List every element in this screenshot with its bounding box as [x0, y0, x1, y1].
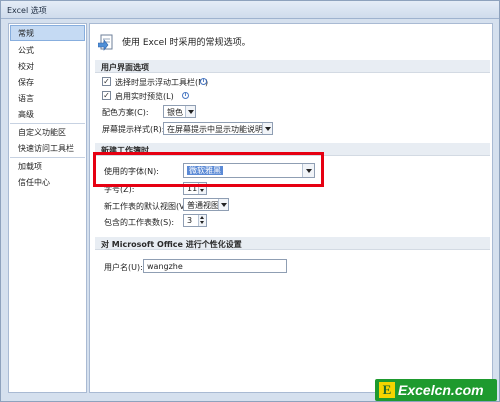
sidebar-item-label: 保存: [18, 78, 34, 87]
default-view-label: 新工作表的默认视图(V):: [104, 202, 191, 211]
sidebar-item-general[interactable]: 常规: [10, 25, 85, 41]
sidebar-item-label: 公式: [18, 46, 34, 55]
sidebar-item-formulas[interactable]: 公式: [10, 42, 85, 58]
logo-e-icon: E: [379, 382, 395, 398]
info-icon: i: [182, 92, 189, 99]
chevron-down-icon: [262, 123, 272, 134]
screentip-label: 屏幕提示样式(R):: [102, 125, 165, 134]
sidebar-item-label: 语言: [18, 94, 34, 103]
sidebar-item-label: 高级: [18, 110, 34, 119]
page-header: 使用 Excel 时采用的常规选项。: [122, 38, 251, 48]
title-bar: Excel 选项: [1, 1, 499, 19]
highlight-box: [93, 152, 324, 187]
sidebar-item-quick-access-toolbar[interactable]: 快速访问工具栏: [10, 140, 85, 156]
sheet-count-spinner[interactable]: 3: [183, 214, 207, 227]
screentip-select[interactable]: 在屏幕提示中显示功能说明: [163, 122, 273, 135]
color-scheme-select[interactable]: 银色: [163, 105, 196, 118]
sidebar-item-trust-center[interactable]: 信任中心: [10, 174, 85, 190]
sidebar-item-customize-ribbon[interactable]: 自定义功能区: [10, 124, 85, 140]
sidebar-item-label: 加载项: [18, 162, 42, 171]
spinner-arrows-icon: [198, 215, 206, 226]
live-preview-label: 启用实时预览(L): [115, 92, 174, 101]
excel-options-dialog: Excel 选项 常规 公式 校对 保存 语言 高级 自定义功能区 快速访问工具…: [0, 0, 500, 402]
sidebar-item-save[interactable]: 保存: [10, 74, 85, 90]
sidebar-item-add-ins[interactable]: 加载项: [10, 158, 85, 174]
username-input[interactable]: wangzhe: [143, 259, 287, 273]
sheet-count-value: 3: [187, 216, 193, 225]
username-label: 用户名(U):: [104, 263, 143, 272]
sidebar-item-label: 校对: [18, 62, 34, 71]
color-scheme-value: 银色: [167, 108, 183, 117]
default-view-select[interactable]: 普通视图: [183, 198, 229, 211]
default-view-value: 普通视图: [187, 201, 219, 210]
sidebar-item-advanced[interactable]: 高级: [10, 106, 85, 122]
watermark-text: Excelcn.com: [398, 382, 484, 398]
sidebar-item-label: 信任中心: [18, 178, 50, 187]
sidebar-item-language[interactable]: 语言: [10, 90, 85, 106]
live-preview-checkbox[interactable]: ✓: [102, 91, 111, 100]
sheet-count-label: 包含的工作表数(S):: [104, 218, 175, 227]
sidebar: 常规 公式 校对 保存 语言 高级 自定义功能区 快速访问工具栏 加载项 信任中…: [8, 23, 87, 393]
window-title: Excel 选项: [7, 6, 47, 15]
watermark-logo: E Excelcn.com: [375, 379, 497, 401]
general-options-icon: [98, 34, 113, 51]
chevron-down-icon: [185, 106, 195, 117]
sidebar-item-label: 快速访问工具栏: [18, 144, 74, 153]
mini-toolbar-checkbox[interactable]: ✓: [102, 77, 111, 86]
section-ui-options: 用户界面选项: [95, 60, 490, 73]
sidebar-item-label: 自定义功能区: [18, 128, 66, 137]
sidebar-item-proofing[interactable]: 校对: [10, 58, 85, 74]
main-panel: 使用 Excel 时采用的常规选项。 用户界面选项 ✓ 选择时显示浮动工具栏(M…: [89, 23, 493, 393]
section-personalize: 对 Microsoft Office 进行个性化设置: [95, 237, 490, 250]
mini-toolbar-label: 选择时显示浮动工具栏(M): [115, 78, 209, 87]
sidebar-item-label: 常规: [18, 29, 34, 38]
chevron-down-icon: [218, 199, 228, 210]
screentip-value: 在屏幕提示中显示功能说明: [167, 125, 263, 134]
color-scheme-label: 配色方案(C):: [102, 108, 149, 117]
info-icon: i: [200, 78, 207, 85]
